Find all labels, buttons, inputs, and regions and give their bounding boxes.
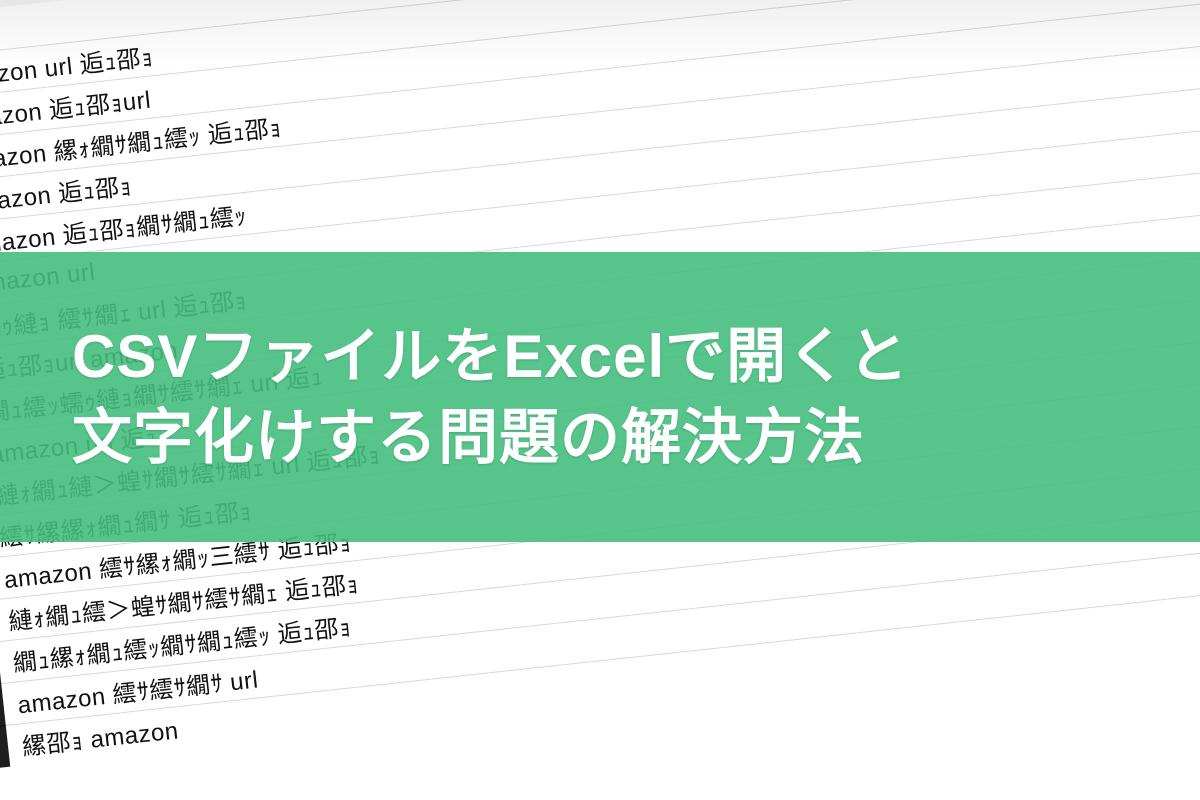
title-line-1: CSVファイルをExcelで開くと	[72, 316, 1160, 397]
title-line-2: 文字化けする問題の解決方法	[72, 397, 1160, 478]
title-banner: CSVファイルをExcelで開くと 文字化けする問題の解決方法	[0, 252, 1200, 542]
